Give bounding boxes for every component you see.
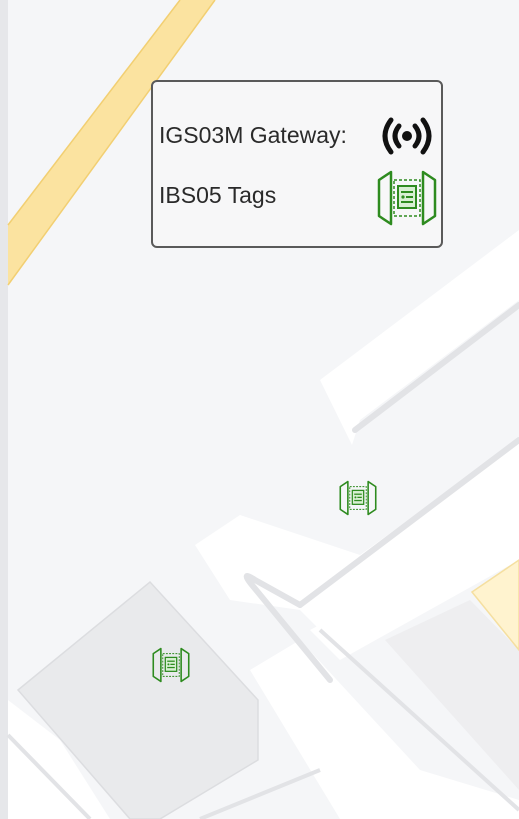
map-edge-strip [0, 0, 8, 819]
legend-gateway-label: IGS03M Gateway: [159, 122, 347, 148]
radio-broadcast-icon [382, 117, 432, 155]
tag-marker[interactable] [149, 646, 193, 684]
beacon-tag-icon [377, 170, 437, 226]
map-legend: IGS03M Gateway: IBS05 Tags [151, 80, 443, 248]
walkway-area [320, 230, 519, 445]
tag-marker[interactable] [336, 479, 380, 517]
legend-tag-label: IBS05 Tags [159, 182, 277, 208]
